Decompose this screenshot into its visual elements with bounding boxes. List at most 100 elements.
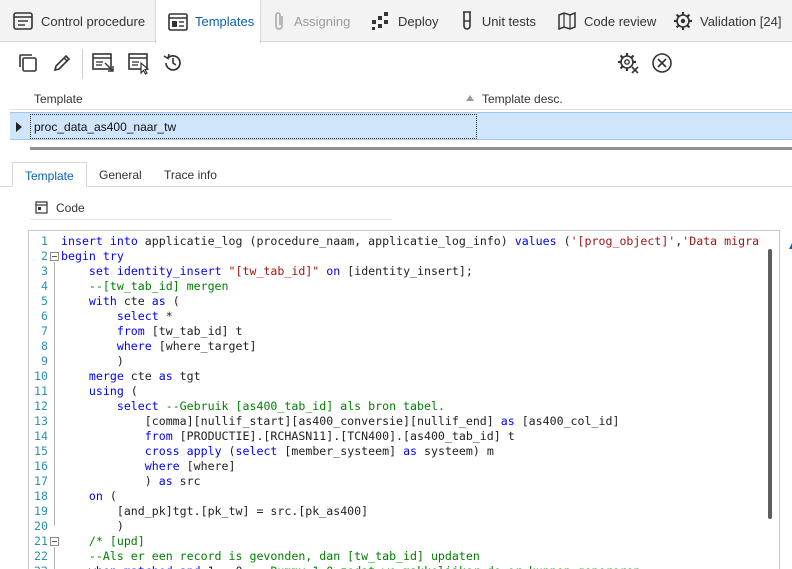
code-line[interactable]: 17 ) as src xyxy=(29,474,779,489)
fold-guide xyxy=(54,547,55,569)
tab-validation[interactable]: Validation [24] xyxy=(661,0,786,42)
toolbar xyxy=(0,43,792,85)
code-line[interactable]: 23 when matched and 1 = 0 -- Dummy 1=0 z… xyxy=(29,564,779,569)
line-number: 6 xyxy=(41,309,48,323)
edit-button[interactable] xyxy=(46,48,78,80)
code-line[interactable]: 21 /* [upd] xyxy=(29,534,779,549)
code-text: ) as src xyxy=(61,474,201,488)
code-text: with cte as ( xyxy=(88,294,180,308)
settings-gear-icon xyxy=(616,51,640,78)
line-number: 1 xyxy=(41,234,48,248)
code-text: --Als er een record is gevonden, dan [tw… xyxy=(88,549,480,563)
code-line[interactable]: 2 begin try xyxy=(29,249,779,264)
code-line[interactable]: 13 [comma][nullif_start][as400_conversie… xyxy=(29,414,779,429)
map-icon xyxy=(557,10,577,32)
code-line[interactable]: 7 from [tw_tab_id] t xyxy=(29,324,779,339)
code-editor[interactable]: 1 insert into applicatie_log (procedure_n… xyxy=(28,230,780,569)
deploy-icon xyxy=(371,10,391,32)
line-number: 20 xyxy=(34,519,48,533)
code-line[interactable]: 12 select --Gebruik [as400_tab_id] als b… xyxy=(29,399,779,414)
code-line[interactable]: 10 merge cte as tgt xyxy=(29,369,779,384)
code-line[interactable]: 5 with cte as ( xyxy=(29,294,779,309)
tab-trace-info[interactable]: Trace info xyxy=(152,162,229,187)
code-text: ) xyxy=(61,519,124,533)
history-button[interactable] xyxy=(157,48,189,80)
fold-toggle-icon[interactable] xyxy=(50,252,59,261)
code-text: on ( xyxy=(88,489,117,503)
column-header-template[interactable]: Template xyxy=(34,92,83,106)
copy-button[interactable] xyxy=(12,48,44,80)
line-number: 11 xyxy=(34,384,48,398)
code-line[interactable]: 16 where [where] xyxy=(29,459,779,474)
expand-arrow-icon[interactable]: ▲ xyxy=(787,241,792,252)
line-number: 15 xyxy=(34,444,48,458)
tab-assigning[interactable]: Assigning xyxy=(261,0,359,42)
line-number: 2 xyxy=(41,249,48,263)
validation-gear-icon xyxy=(673,10,693,32)
tab-templates[interactable]: Templates xyxy=(155,0,261,43)
line-number: 16 xyxy=(34,459,48,473)
line-number: 5 xyxy=(41,294,48,308)
code-line[interactable]: 3 set identity_insert "[tw_tab_id]" on [… xyxy=(29,264,779,279)
apply-template-icon xyxy=(91,51,115,78)
paperclip-icon xyxy=(273,10,287,32)
grid-header: Template Template desc. xyxy=(10,88,792,110)
close-button[interactable] xyxy=(646,48,678,80)
tab-label: Control procedure xyxy=(41,13,146,29)
settings-button[interactable] xyxy=(612,48,644,80)
code-line[interactable]: 20 ) xyxy=(29,519,779,534)
code-line[interactable]: 15 cross apply (select [member_systeem] … xyxy=(29,444,779,459)
code-text: using ( xyxy=(88,384,138,398)
code-line[interactable]: 6 select * xyxy=(29,309,779,324)
code-line[interactable]: 18 on ( xyxy=(29,489,779,504)
code-window-icon xyxy=(35,201,48,214)
fold-toggle-icon[interactable] xyxy=(50,537,59,546)
top-tab-bar: Control procedure Templates Assigning De… xyxy=(0,0,792,43)
tab-template[interactable]: Template xyxy=(12,162,87,187)
fold-guide xyxy=(54,262,55,526)
tab-unit-tests[interactable]: Unit tests xyxy=(447,0,545,42)
code-text: begin try xyxy=(61,249,124,263)
code-line[interactable]: 14 from [PRODUCTIE].[RCHASN11].[TCN400].… xyxy=(29,429,779,444)
table-row[interactable]: proc_data_as400_naar_tw xyxy=(10,112,792,140)
code-text: from [tw_tab_id] t xyxy=(116,324,243,338)
tab-code-review[interactable]: Code review xyxy=(545,0,661,42)
line-number: 8 xyxy=(41,339,48,353)
code-text: where [where_target] xyxy=(116,339,257,353)
line-number: 23 xyxy=(29,564,48,569)
detail-tab-bar: Template General Trace info xyxy=(0,162,792,187)
code-line[interactable]: 4 --[tw_tab_id] mergen xyxy=(29,279,779,294)
code-text: ) xyxy=(61,354,124,368)
line-number: 4 xyxy=(41,279,48,293)
line-number: 3 xyxy=(41,264,48,278)
code-line[interactable]: 9 ) xyxy=(29,354,779,369)
code-line[interactable]: 19 [and_pk]tgt.[pk_tw] = src.[pk_as400] xyxy=(29,504,779,519)
code-line[interactable]: 11 using ( xyxy=(29,384,779,399)
grid-scrollbar[interactable] xyxy=(30,147,792,150)
tab-label: Unit tests xyxy=(481,13,536,29)
code-text: select * xyxy=(116,309,173,323)
apply-template-button[interactable] xyxy=(87,48,119,80)
code-text: --[tw_tab_id] mergen xyxy=(88,279,229,293)
code-line[interactable]: 1 insert into applicatie_log (procedure_n… xyxy=(29,234,779,249)
code-line[interactable]: 8 where [where_target] xyxy=(29,339,779,354)
line-number: 19 xyxy=(34,504,48,518)
tab-deploy[interactable]: Deploy xyxy=(359,0,447,42)
line-number: 21 xyxy=(34,534,48,548)
code-text: /* [upd] xyxy=(88,534,145,548)
line-number: 7 xyxy=(41,324,48,338)
column-header-template-desc[interactable]: Template desc. xyxy=(482,92,563,106)
code-text: when matched and 1 = 0 -- Dummy 1=0 zoda… xyxy=(61,564,640,569)
tab-label: Validation [24] xyxy=(700,13,782,29)
code-text: [and_pk]tgt.[pk_tw] = src.[pk_as400] xyxy=(61,504,369,518)
cell-template-name[interactable]: proc_data_as400_naar_tw xyxy=(34,120,176,134)
code-text: merge cte as tgt xyxy=(88,369,201,383)
code-text: insert into applicatie_log (procedure_na… xyxy=(61,234,760,248)
apply-template-cursor-button[interactable] xyxy=(123,48,155,80)
copy-icon xyxy=(17,52,39,77)
tab-control-procedure[interactable]: Control procedure xyxy=(0,0,155,42)
line-number: 14 xyxy=(34,429,48,443)
line-number: 12 xyxy=(34,399,48,413)
code-line[interactable]: 22 --Als er een record is gevonden, dan … xyxy=(29,549,779,564)
tab-general[interactable]: General xyxy=(87,162,154,187)
